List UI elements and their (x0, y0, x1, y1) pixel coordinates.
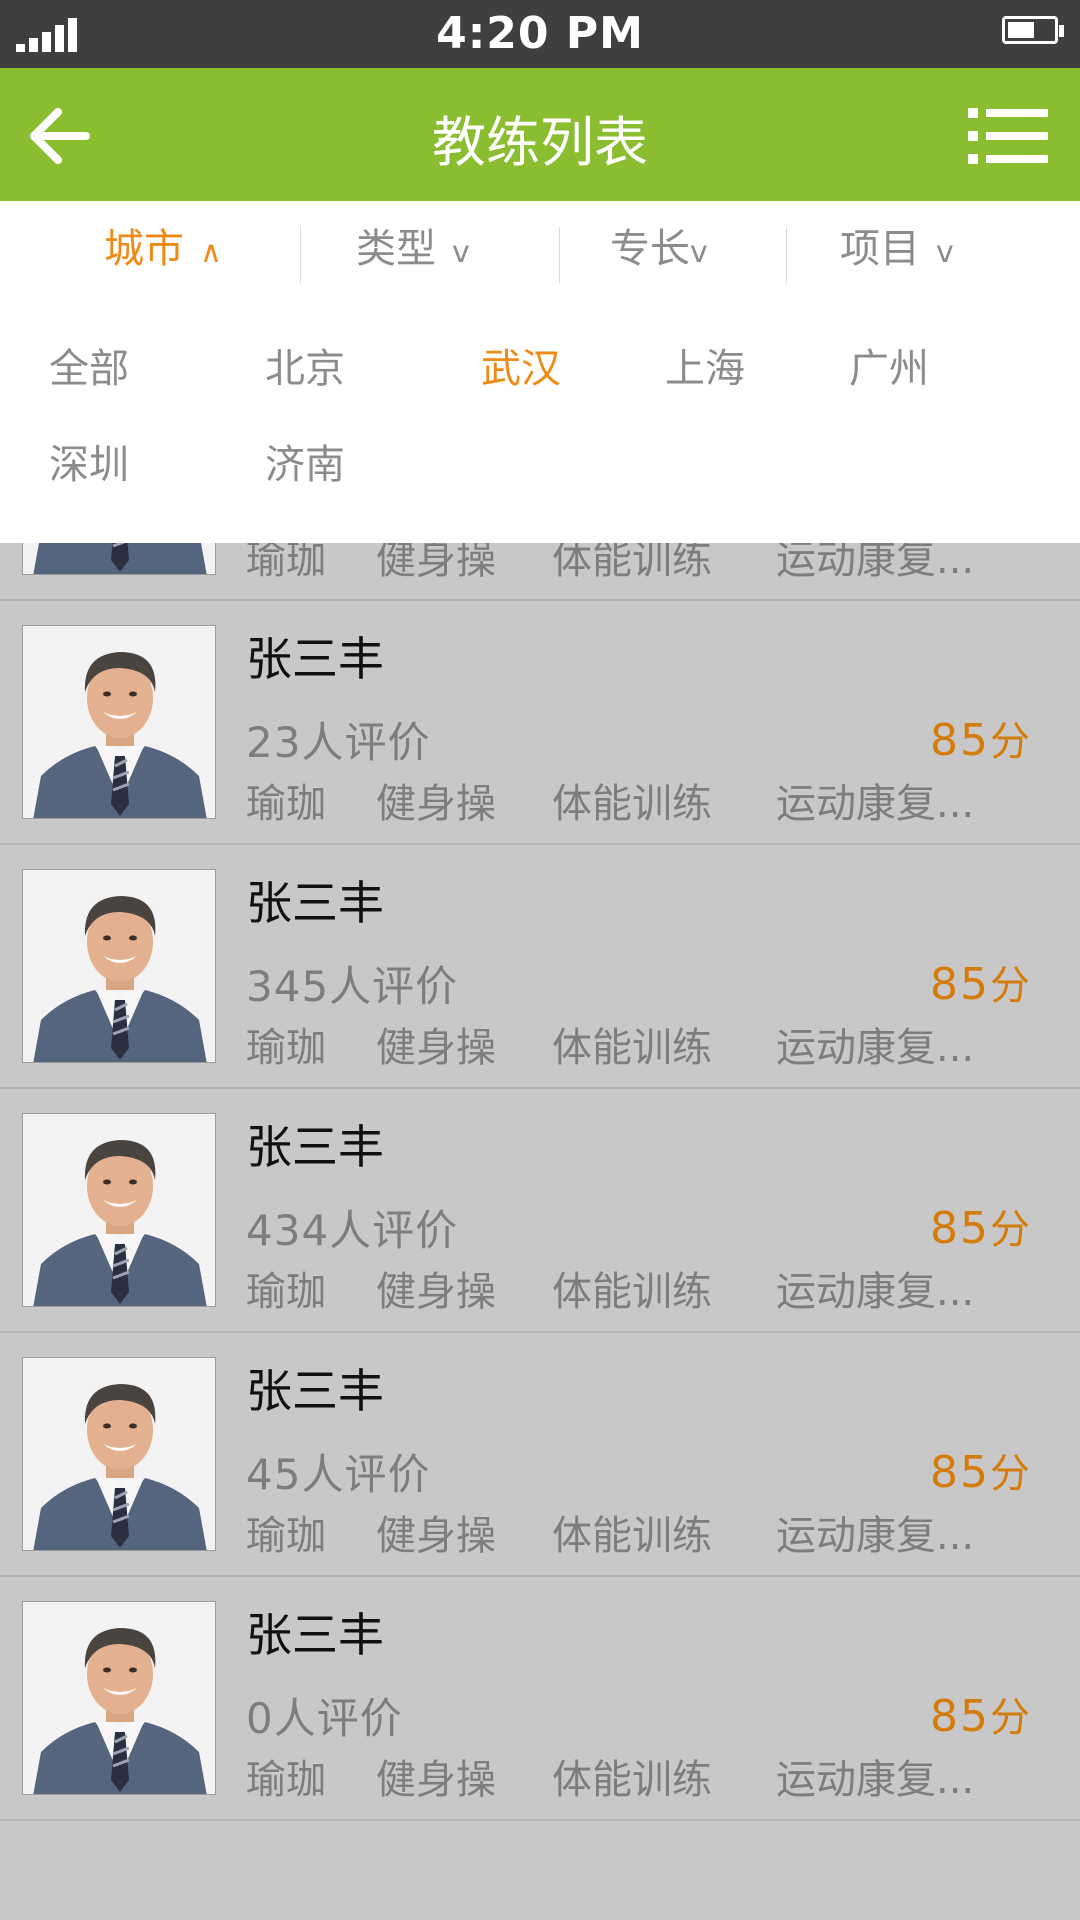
coach-row[interactable]: 张三丰 45人评价 85分 瑜珈 健身操 体能训练 运动康复... (0, 1333, 1080, 1577)
chevron-down-icon: v (690, 235, 708, 270)
tag: 健身操 (376, 781, 496, 827)
tag: 运动康复... (776, 1757, 975, 1803)
coach-portrait-image (23, 1358, 215, 1550)
city-option-all[interactable]: 全部 (49, 336, 129, 394)
tag: 体能训练 (552, 1757, 712, 1803)
coach-name: 张三丰 (246, 1120, 384, 1174)
tag: 体能训练 (552, 1513, 712, 1559)
coach-row[interactable]: 张三丰 23人评价 85分 瑜珈 健身操 体能训练 运动康复... (0, 601, 1080, 845)
tag: 健身操 (376, 1025, 496, 1071)
tag: 体能训练 (552, 1269, 712, 1315)
coach-portrait-image (23, 626, 215, 818)
city-option-shenzhen[interactable]: 深圳 (49, 432, 129, 490)
review-count: 0人评价 (246, 1694, 403, 1743)
coach-avatar (22, 869, 216, 1063)
city-option-guangzhou[interactable]: 广州 (849, 336, 929, 394)
coach-name: 张三丰 (246, 632, 384, 686)
chevron-down-icon: v (936, 235, 954, 270)
coach-score: 85分 (930, 959, 1032, 1010)
coach-portrait-image (23, 1602, 215, 1794)
tag: 瑜珈 (246, 1757, 326, 1803)
filter-tab-project[interactable]: 项目 v (840, 201, 954, 298)
city-option-shanghai[interactable]: 上海 (665, 336, 745, 394)
coach-avatar (22, 1601, 216, 1795)
city-option-beijing[interactable]: 北京 (265, 336, 345, 394)
tag: 运动康复... (776, 1513, 975, 1559)
filter-tab-specialty[interactable]: 专长v (610, 201, 708, 298)
coach-avatar (22, 625, 216, 819)
tag: 健身操 (376, 1513, 496, 1559)
divider (559, 227, 560, 283)
review-count: 345人评价 (246, 962, 459, 1011)
coach-score: 85分 (930, 1691, 1032, 1742)
coach-row[interactable]: 张三丰 434人评价 85分 瑜珈 健身操 体能训练 运动康复... (0, 1089, 1080, 1333)
review-count: 23人评价 (246, 718, 431, 767)
tag: 瑜珈 (246, 1025, 326, 1071)
chevron-down-icon: v (452, 235, 470, 270)
tag: 瑜珈 (246, 1269, 326, 1315)
filter-tab-city[interactable]: 城市 ∧ (104, 201, 222, 298)
coach-row[interactable]: 张三丰 345人评价 85分 瑜珈 健身操 体能训练 运动康复... (0, 845, 1080, 1089)
coach-avatar (22, 1113, 216, 1307)
tag: 健身操 (376, 1757, 496, 1803)
coach-score: 85分 (930, 715, 1032, 766)
tag: 运动康复... (776, 781, 975, 827)
tag: 瑜珈 (246, 781, 326, 827)
divider (786, 227, 787, 283)
coach-name: 张三丰 (246, 876, 384, 930)
divider (300, 227, 301, 283)
coach-portrait-image (23, 870, 215, 1062)
tag: 瑜珈 (246, 1513, 326, 1559)
coach-name: 张三丰 (246, 1608, 384, 1662)
tag: 运动康复... (776, 1025, 975, 1071)
chevron-up-icon: ∧ (200, 235, 222, 270)
filter-bar: 城市 ∧ 类型 v 专长v 项目 v (0, 201, 1080, 299)
coach-avatar (22, 1357, 216, 1551)
tag: 健身操 (376, 1269, 496, 1315)
city-option-jinan[interactable]: 济南 (265, 432, 345, 490)
tag: 体能训练 (552, 1025, 712, 1071)
tag: 运动康复... (776, 1269, 975, 1315)
review-count: 45人评价 (246, 1450, 431, 1499)
coach-portrait-image (23, 1114, 215, 1306)
review-count: 434人评价 (246, 1206, 459, 1255)
coach-score: 85分 (930, 1447, 1032, 1498)
city-dropdown: 全部 北京 武汉 上海 广州 深圳 济南 (0, 298, 1080, 543)
tag: 体能训练 (552, 781, 712, 827)
filter-tab-type[interactable]: 类型 v (356, 201, 470, 298)
coach-row[interactable]: 张三丰 0人评价 85分 瑜珈 健身操 体能训练 运动康复... (0, 1577, 1080, 1821)
coach-score: 85分 (930, 1203, 1032, 1254)
city-option-wuhan[interactable]: 武汉 (481, 336, 561, 394)
coach-name: 张三丰 (246, 1364, 384, 1418)
